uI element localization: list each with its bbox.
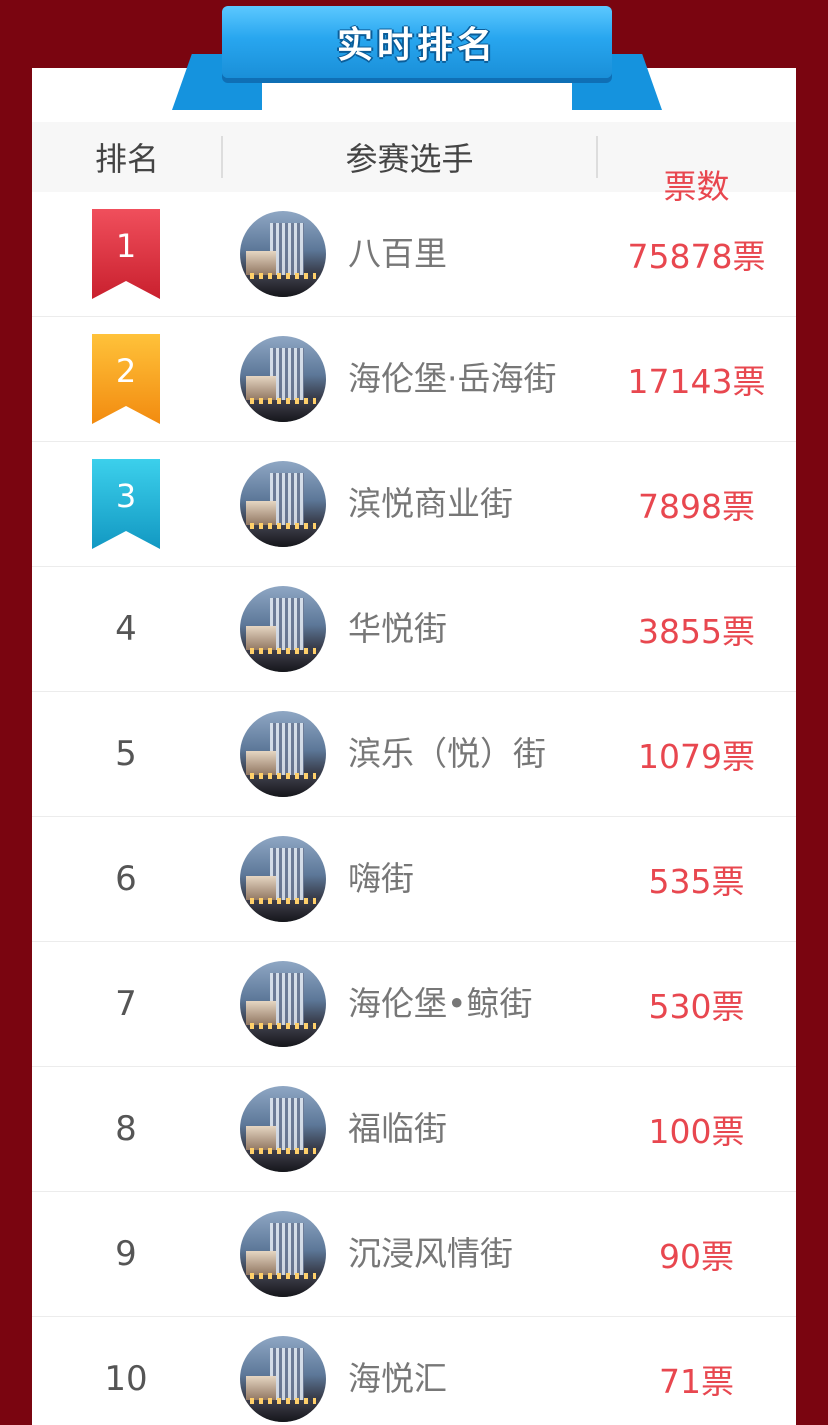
player-name: 海悦汇 [348, 1359, 447, 1398]
ranking-row[interactable]: 7 海伦堡•鲸街 530票 [32, 942, 796, 1067]
rank-cell: 1 [32, 192, 220, 316]
header-player: 参赛选手 [345, 140, 474, 178]
avatar [240, 461, 326, 547]
ranking-row[interactable]: 5 滨乐（悦）街 1079票 [32, 692, 796, 817]
rank-number: 3 [115, 477, 137, 515]
title-banner: 实时排名 [172, 6, 662, 110]
table-header: 排名 参赛选手 票数 [32, 122, 796, 206]
rank-number: 1 [115, 227, 137, 265]
vote-count: 100票 [648, 1112, 745, 1151]
banner-title: 实时排名 [336, 25, 497, 66]
rank-cell: 3 [32, 442, 220, 566]
vote-count: 17143票 [627, 362, 766, 401]
ranking-row[interactable]: 6 嗨街 535票 [32, 817, 796, 942]
player-name: 滨乐（悦）街 [348, 734, 546, 773]
player-name: 海伦堡·岳海街 [348, 359, 557, 398]
rank-ribbon-badge-icon: 1 [92, 209, 160, 299]
rank-ribbon-badge-icon: 2 [92, 334, 160, 424]
ranking-row[interactable]: 8 福临街 100票 [32, 1067, 796, 1192]
avatar [240, 586, 326, 672]
vote-count: 3855票 [638, 612, 755, 651]
player-name: 沉浸风情街 [348, 1234, 513, 1273]
rank-number: 8 [115, 1109, 137, 1149]
vote-count: 7898票 [638, 487, 755, 526]
vote-count: 530票 [648, 987, 745, 1026]
rank-number: 10 [104, 1359, 148, 1399]
rank-ribbon-badge-icon: 3 [92, 459, 160, 549]
rank-number: 6 [115, 859, 137, 899]
avatar [240, 961, 326, 1047]
vote-count: 1079票 [638, 737, 755, 776]
header-rank: 排名 [94, 140, 159, 178]
rank-number: 7 [115, 984, 137, 1024]
rank-number: 9 [115, 1234, 137, 1274]
rank-cell: 7 [32, 942, 220, 1066]
vote-count: 90票 [659, 1237, 734, 1276]
avatar [240, 836, 326, 922]
rank-cell: 4 [32, 567, 220, 691]
rank-cell: 6 [32, 817, 220, 941]
avatar [240, 1086, 326, 1172]
ranking-row[interactable]: 4 华悦街 3855票 [32, 567, 796, 692]
banner-ribbon: 实时排名 [222, 6, 612, 78]
player-name: 嗨街 [348, 859, 414, 898]
rank-cell: 9 [32, 1192, 220, 1316]
avatar [240, 711, 326, 797]
avatar [240, 1211, 326, 1297]
rank-number: 2 [115, 352, 137, 390]
player-name: 华悦街 [348, 609, 447, 648]
vote-count: 71票 [659, 1362, 734, 1401]
ranking-row[interactable]: 10 海悦汇 71票 [32, 1317, 796, 1425]
player-name: 福临街 [348, 1109, 447, 1148]
ranking-list: 1 八百里 75878票 2 海伦堡·岳海街 17143票 3 滨悦商业街 78… [32, 192, 796, 1425]
ranking-row[interactable]: 3 滨悦商业街 7898票 [32, 442, 796, 567]
rank-number: 4 [115, 609, 137, 649]
rank-cell: 5 [32, 692, 220, 816]
player-name: 八百里 [348, 234, 447, 273]
rank-cell: 10 [32, 1317, 220, 1425]
rank-cell: 8 [32, 1067, 220, 1191]
avatar [240, 336, 326, 422]
avatar [240, 211, 326, 297]
rank-cell: 2 [32, 317, 220, 441]
vote-count: 535票 [648, 862, 745, 901]
header-votes: 票数 [663, 167, 730, 206]
player-name: 海伦堡•鲸街 [348, 984, 533, 1023]
ranking-page: 实时排名 排名 参赛选手 票数 1 八百里 75878票 2 海伦堡·岳海街 1… [0, 0, 828, 1425]
avatar [240, 1336, 326, 1422]
ranking-row[interactable]: 9 沉浸风情街 90票 [32, 1192, 796, 1317]
rank-number: 5 [115, 734, 137, 774]
ranking-row[interactable]: 2 海伦堡·岳海街 17143票 [32, 317, 796, 442]
player-name: 滨悦商业街 [348, 484, 513, 523]
